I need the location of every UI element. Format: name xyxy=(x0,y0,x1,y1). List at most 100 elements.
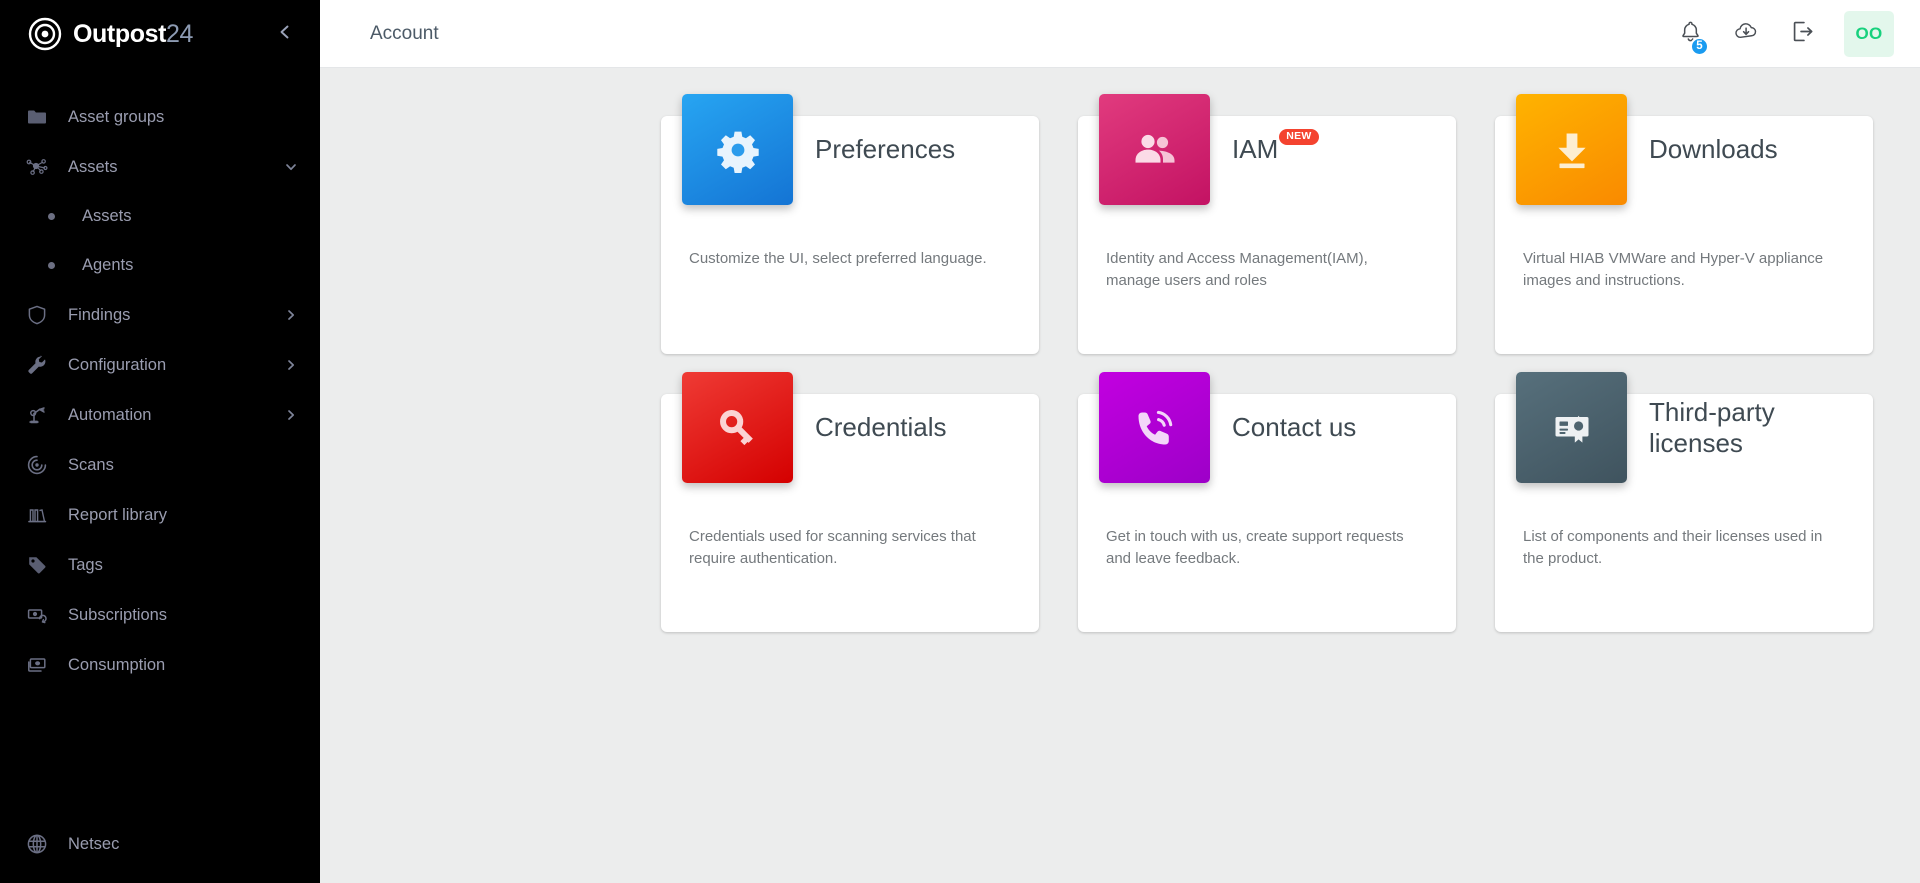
download-arrow-icon xyxy=(1547,125,1597,175)
network-nodes-icon xyxy=(24,154,50,180)
sidebar-item-assets[interactable]: Assets xyxy=(0,142,320,192)
brand-header[interactable]: Outpost24 xyxy=(0,0,320,68)
card-head: IAM NEW xyxy=(1099,94,1428,244)
notification-badge: 5 xyxy=(1690,36,1709,56)
sidebar-item-label: Assets xyxy=(68,157,118,176)
card-title-wrap: Credentials xyxy=(793,372,1011,483)
card-third-party-licenses[interactable]: Third-party licenses List of components … xyxy=(1495,372,1873,632)
content-area: Preferences Customize the UI, select pre… xyxy=(320,68,1920,883)
logout-icon xyxy=(1790,19,1815,49)
card-icon-tile xyxy=(682,94,793,205)
sidebar-item-netsec[interactable]: Netsec xyxy=(0,819,320,869)
brand-name: Outpost24 xyxy=(73,20,193,49)
bullet-dot-icon xyxy=(38,204,64,230)
users-group-icon xyxy=(1129,124,1181,176)
card-preferences[interactable]: Preferences Customize the UI, select pre… xyxy=(661,94,1039,354)
globe-icon xyxy=(24,831,50,857)
sidebar-item-label: Configuration xyxy=(68,355,167,374)
card-contact-us[interactable]: Contact us Get in touch with us, create … xyxy=(1078,372,1456,632)
sidebar-item-label: Asset groups xyxy=(68,107,165,126)
card-description: Virtual HIAB VMWare and Hyper-V applianc… xyxy=(1523,250,1824,290)
card-credentials[interactable]: Credentials Credentials used for scannin… xyxy=(661,372,1039,632)
cloud-download-button[interactable] xyxy=(1718,6,1774,62)
sidebar-item-label: Subscriptions xyxy=(68,605,168,624)
sidebar-collapse-button[interactable] xyxy=(272,21,298,47)
chevron-down-icon[interactable] xyxy=(284,160,298,174)
sidebar-footer-label: Netsec xyxy=(68,834,120,853)
sidebar-item-report-library[interactable]: Report library xyxy=(0,490,320,540)
sidebar-item-findings[interactable]: Findings xyxy=(0,290,320,340)
sidebar-item-label: Report library xyxy=(68,505,168,524)
sidebar-subitem-label: Assets xyxy=(82,207,132,225)
card-description: Get in touch with us, create support req… xyxy=(1106,528,1404,568)
chevron-right-icon[interactable] xyxy=(284,308,298,322)
card-head: Third-party licenses xyxy=(1516,372,1845,522)
card-title-text: IAM xyxy=(1232,134,1279,165)
brand-name-primary: Outpost xyxy=(73,19,167,48)
chevron-left-icon xyxy=(277,24,293,45)
logout-button[interactable] xyxy=(1774,6,1830,62)
shield-icon xyxy=(24,302,50,328)
bullet-dot-icon xyxy=(38,253,64,279)
key-icon xyxy=(713,403,763,453)
sidebar-item-subscriptions[interactable]: Subscriptions xyxy=(0,590,320,640)
avatar-initials: OO xyxy=(1855,23,1883,43)
card-icon-tile xyxy=(682,372,793,483)
sidebar-item-automation[interactable]: Automation xyxy=(0,390,320,440)
sidebar-subitem-assets[interactable]: Assets xyxy=(0,192,320,241)
card-downloads[interactable]: Downloads Virtual HIAB VMWare and Hyper-… xyxy=(1495,94,1873,354)
certificate-license-icon xyxy=(1547,403,1597,453)
radar-scan-icon xyxy=(24,452,50,478)
chevron-right-icon[interactable] xyxy=(284,358,298,372)
sidebar-item-label: Findings xyxy=(68,305,131,324)
sidebar-item-scans[interactable]: Scans xyxy=(0,440,320,490)
card-head: Credentials xyxy=(682,372,1011,522)
sidebar-subitem-agents[interactable]: Agents xyxy=(0,241,320,290)
brand-name-secondary: 24 xyxy=(166,19,194,48)
sidebar-item-label: Scans xyxy=(68,455,114,474)
card-icon-tile xyxy=(1516,94,1627,205)
card-title: IAM NEW xyxy=(1232,128,1319,165)
card-description: Credentials used for scanning services t… xyxy=(689,528,976,568)
page-title: Account xyxy=(370,22,439,44)
account-card-grid: Preferences Customize the UI, select pre… xyxy=(661,94,1920,632)
chevron-right-icon[interactable] xyxy=(284,408,298,422)
notifications-button[interactable]: 5 xyxy=(1662,6,1718,62)
new-badge: NEW xyxy=(1279,128,1319,145)
card-icon-tile xyxy=(1099,94,1210,205)
robot-arm-icon xyxy=(24,402,50,428)
card-head: Downloads xyxy=(1516,94,1845,244)
sidebar-item-label: Tags xyxy=(68,555,103,574)
card-description: List of components and their licenses us… xyxy=(1523,528,1823,568)
books-library-icon xyxy=(24,502,50,528)
card-iam[interactable]: IAM NEW Identity and Access Management(IA… xyxy=(1078,94,1456,354)
bullseye-target-icon xyxy=(28,17,62,51)
sidebar-subitem-label: Agents xyxy=(82,256,134,274)
folder-icon xyxy=(24,104,50,130)
card-description: Identity and Access Management(IAM), man… xyxy=(1106,250,1368,290)
card-title-wrap: Contact us xyxy=(1210,372,1428,483)
sidebar-item-tags[interactable]: Tags xyxy=(0,540,320,590)
card-title-wrap: Preferences xyxy=(793,94,1011,205)
card-title: Third-party licenses xyxy=(1649,396,1775,458)
wrench-icon xyxy=(24,352,50,378)
card-icon-tile xyxy=(1099,372,1210,483)
card-head: Preferences xyxy=(682,94,1011,244)
phone-ring-icon xyxy=(1130,403,1180,453)
sidebar-item-label: Consumption xyxy=(68,655,166,674)
sidebar: Outpost24 Asset groups Assets Assets Age… xyxy=(0,0,320,883)
subscription-renew-icon xyxy=(24,602,50,628)
avatar[interactable]: OO xyxy=(1844,10,1894,57)
sidebar-item-configuration[interactable]: Configuration xyxy=(0,340,320,390)
sidebar-item-asset-groups[interactable]: Asset groups xyxy=(0,92,320,142)
banknote-icon xyxy=(24,652,50,678)
card-title-wrap: Third-party licenses xyxy=(1627,372,1845,483)
card-title: Downloads xyxy=(1649,134,1778,165)
card-title-wrap: IAM NEW xyxy=(1210,94,1428,205)
card-head: Contact us xyxy=(1099,372,1428,522)
gear-icon xyxy=(714,126,762,174)
header-actions: 5 OO xyxy=(1662,6,1902,62)
sidebar-item-consumption[interactable]: Consumption xyxy=(0,640,320,690)
app-root: Outpost24 Asset groups Assets Assets Age… xyxy=(0,0,1920,883)
top-header-bar: Account 5 OO xyxy=(320,0,1920,68)
